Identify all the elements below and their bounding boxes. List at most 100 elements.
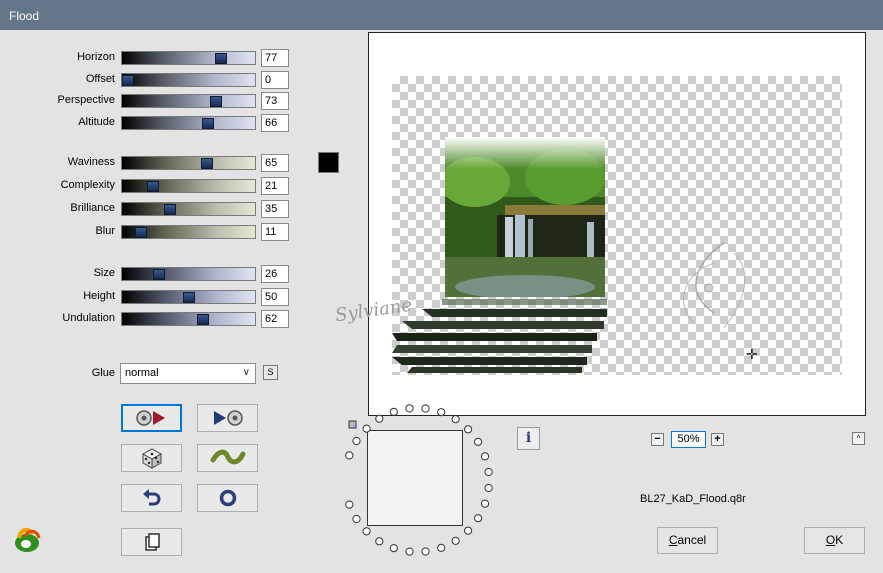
complexity-thumb[interactable] bbox=[147, 181, 160, 192]
ok-button[interactable]: OK bbox=[804, 527, 865, 554]
blur-value[interactable]: 11 bbox=[261, 223, 289, 241]
dial-dot[interactable] bbox=[484, 467, 493, 477]
window-title: Flood bbox=[9, 9, 40, 23]
dial-dot[interactable] bbox=[362, 527, 371, 536]
undulation-thumb[interactable] bbox=[197, 314, 210, 325]
dial-dot[interactable] bbox=[345, 451, 354, 460]
default-reset-icon bbox=[219, 489, 236, 507]
waviness-thumb[interactable] bbox=[200, 158, 213, 169]
horizon-slider[interactable] bbox=[121, 51, 256, 65]
glue-s-button[interactable]: S bbox=[263, 365, 278, 380]
cancel-button[interactable]: Cancel bbox=[657, 527, 718, 554]
copy-icon bbox=[144, 533, 160, 551]
dial-dot[interactable] bbox=[451, 415, 460, 424]
load-preset-button[interactable] bbox=[197, 404, 258, 432]
glue-select[interactable]: normal ∨ bbox=[120, 363, 256, 384]
complexity-slider[interactable] bbox=[121, 179, 256, 193]
dial-dot[interactable] bbox=[352, 514, 361, 524]
brilliance-slider[interactable] bbox=[121, 202, 256, 216]
save-preset-icon bbox=[135, 410, 165, 426]
blur-slider[interactable] bbox=[121, 225, 256, 239]
title-bar: Flood bbox=[0, 0, 883, 30]
undulation-slider[interactable] bbox=[121, 312, 256, 326]
app-logo-icon bbox=[15, 527, 41, 552]
crosshair-icon: ✛ bbox=[746, 346, 758, 362]
load-preset-icon bbox=[213, 410, 243, 426]
waterfall-image bbox=[445, 137, 605, 297]
blur-thumb[interactable] bbox=[135, 227, 148, 238]
cancel-label-rest: ancel bbox=[677, 533, 707, 547]
dial-dot[interactable] bbox=[474, 514, 483, 523]
glue-value: normal bbox=[125, 367, 159, 379]
dial-dot[interactable] bbox=[375, 414, 384, 423]
offset-value[interactable]: 0 bbox=[261, 71, 289, 89]
undulation-label: Undulation bbox=[62, 312, 115, 324]
dial-dot[interactable] bbox=[345, 500, 354, 509]
reset-button[interactable] bbox=[197, 484, 258, 512]
preview-pane[interactable]: ✛ bbox=[368, 32, 866, 416]
dial-dot[interactable] bbox=[352, 436, 361, 446]
perspective-value[interactable]: 73 bbox=[261, 92, 289, 110]
dial-dot[interactable] bbox=[480, 452, 490, 461]
perspective-label: Perspective bbox=[57, 94, 115, 106]
complexity-value[interactable]: 21 bbox=[261, 177, 289, 195]
size-slider[interactable] bbox=[121, 267, 256, 281]
copy-button[interactable] bbox=[121, 528, 182, 556]
random-button[interactable] bbox=[121, 444, 182, 472]
perspective-slider[interactable] bbox=[121, 94, 256, 108]
waviness-value[interactable]: 65 bbox=[261, 154, 289, 172]
ok-mnemonic: O bbox=[825, 533, 836, 547]
offset-slider[interactable] bbox=[121, 73, 256, 87]
undulation-value[interactable]: 62 bbox=[261, 310, 289, 328]
horizon-value[interactable]: 77 bbox=[261, 49, 289, 67]
chevron-down-icon: ∨ bbox=[242, 367, 250, 378]
dial-dot[interactable] bbox=[375, 537, 384, 546]
dial-dot[interactable] bbox=[480, 499, 490, 508]
brilliance-label: Brilliance bbox=[70, 202, 115, 214]
dial-dot[interactable] bbox=[421, 547, 430, 556]
brilliance-thumb[interactable] bbox=[164, 204, 177, 215]
height-thumb[interactable] bbox=[182, 292, 195, 303]
navigator-thumbnail[interactable] bbox=[367, 430, 463, 526]
dial-dot[interactable] bbox=[389, 544, 398, 553]
height-value[interactable]: 50 bbox=[261, 288, 289, 306]
horizon-thumb[interactable] bbox=[215, 53, 228, 64]
altitude-slider[interactable] bbox=[121, 116, 256, 130]
dialog-body: Horizon 77 Offset 0 Perspective 73 Altit… bbox=[0, 30, 883, 573]
expand-up-button[interactable]: ^ bbox=[852, 432, 865, 445]
undo-button[interactable] bbox=[121, 484, 182, 512]
waviness-slider[interactable] bbox=[121, 156, 256, 170]
info-button[interactable]: i bbox=[517, 427, 540, 450]
size-value[interactable]: 26 bbox=[261, 265, 289, 283]
offset-label: Offset bbox=[85, 73, 115, 85]
ok-label-rest: K bbox=[835, 533, 844, 547]
blur-label: Blur bbox=[95, 225, 115, 237]
dial-dot[interactable] bbox=[464, 526, 473, 535]
save-preset-button[interactable] bbox=[121, 404, 182, 432]
zoom-in-button[interactable]: + bbox=[711, 433, 724, 446]
dial-dot[interactable] bbox=[405, 547, 414, 556]
dial-dot[interactable] bbox=[451, 536, 460, 545]
zoom-level[interactable]: 50% bbox=[671, 431, 706, 448]
dial-dot[interactable] bbox=[484, 483, 493, 493]
offset-thumb[interactable] bbox=[122, 75, 134, 86]
height-label: Height bbox=[83, 290, 115, 302]
dial-dot[interactable] bbox=[464, 425, 473, 434]
size-label: Size bbox=[93, 267, 115, 279]
altitude-value[interactable]: 66 bbox=[261, 114, 289, 132]
height-slider[interactable] bbox=[121, 290, 256, 304]
color-swatch[interactable] bbox=[318, 152, 339, 173]
brilliance-value[interactable]: 35 bbox=[261, 200, 289, 218]
dial-dot[interactable] bbox=[474, 437, 483, 446]
horizon-label: Horizon bbox=[77, 51, 115, 63]
glue-label: Glue bbox=[91, 367, 115, 379]
wave-button[interactable] bbox=[197, 444, 258, 472]
waviness-label: Waviness bbox=[67, 156, 115, 168]
perspective-thumb[interactable] bbox=[210, 96, 223, 107]
altitude-label: Altitude bbox=[78, 116, 115, 128]
zoom-out-button[interactable]: − bbox=[651, 433, 664, 446]
wave-reset-icon bbox=[210, 449, 245, 465]
altitude-thumb[interactable] bbox=[201, 118, 214, 129]
dial-dot[interactable] bbox=[437, 543, 446, 552]
size-thumb[interactable] bbox=[153, 269, 166, 280]
